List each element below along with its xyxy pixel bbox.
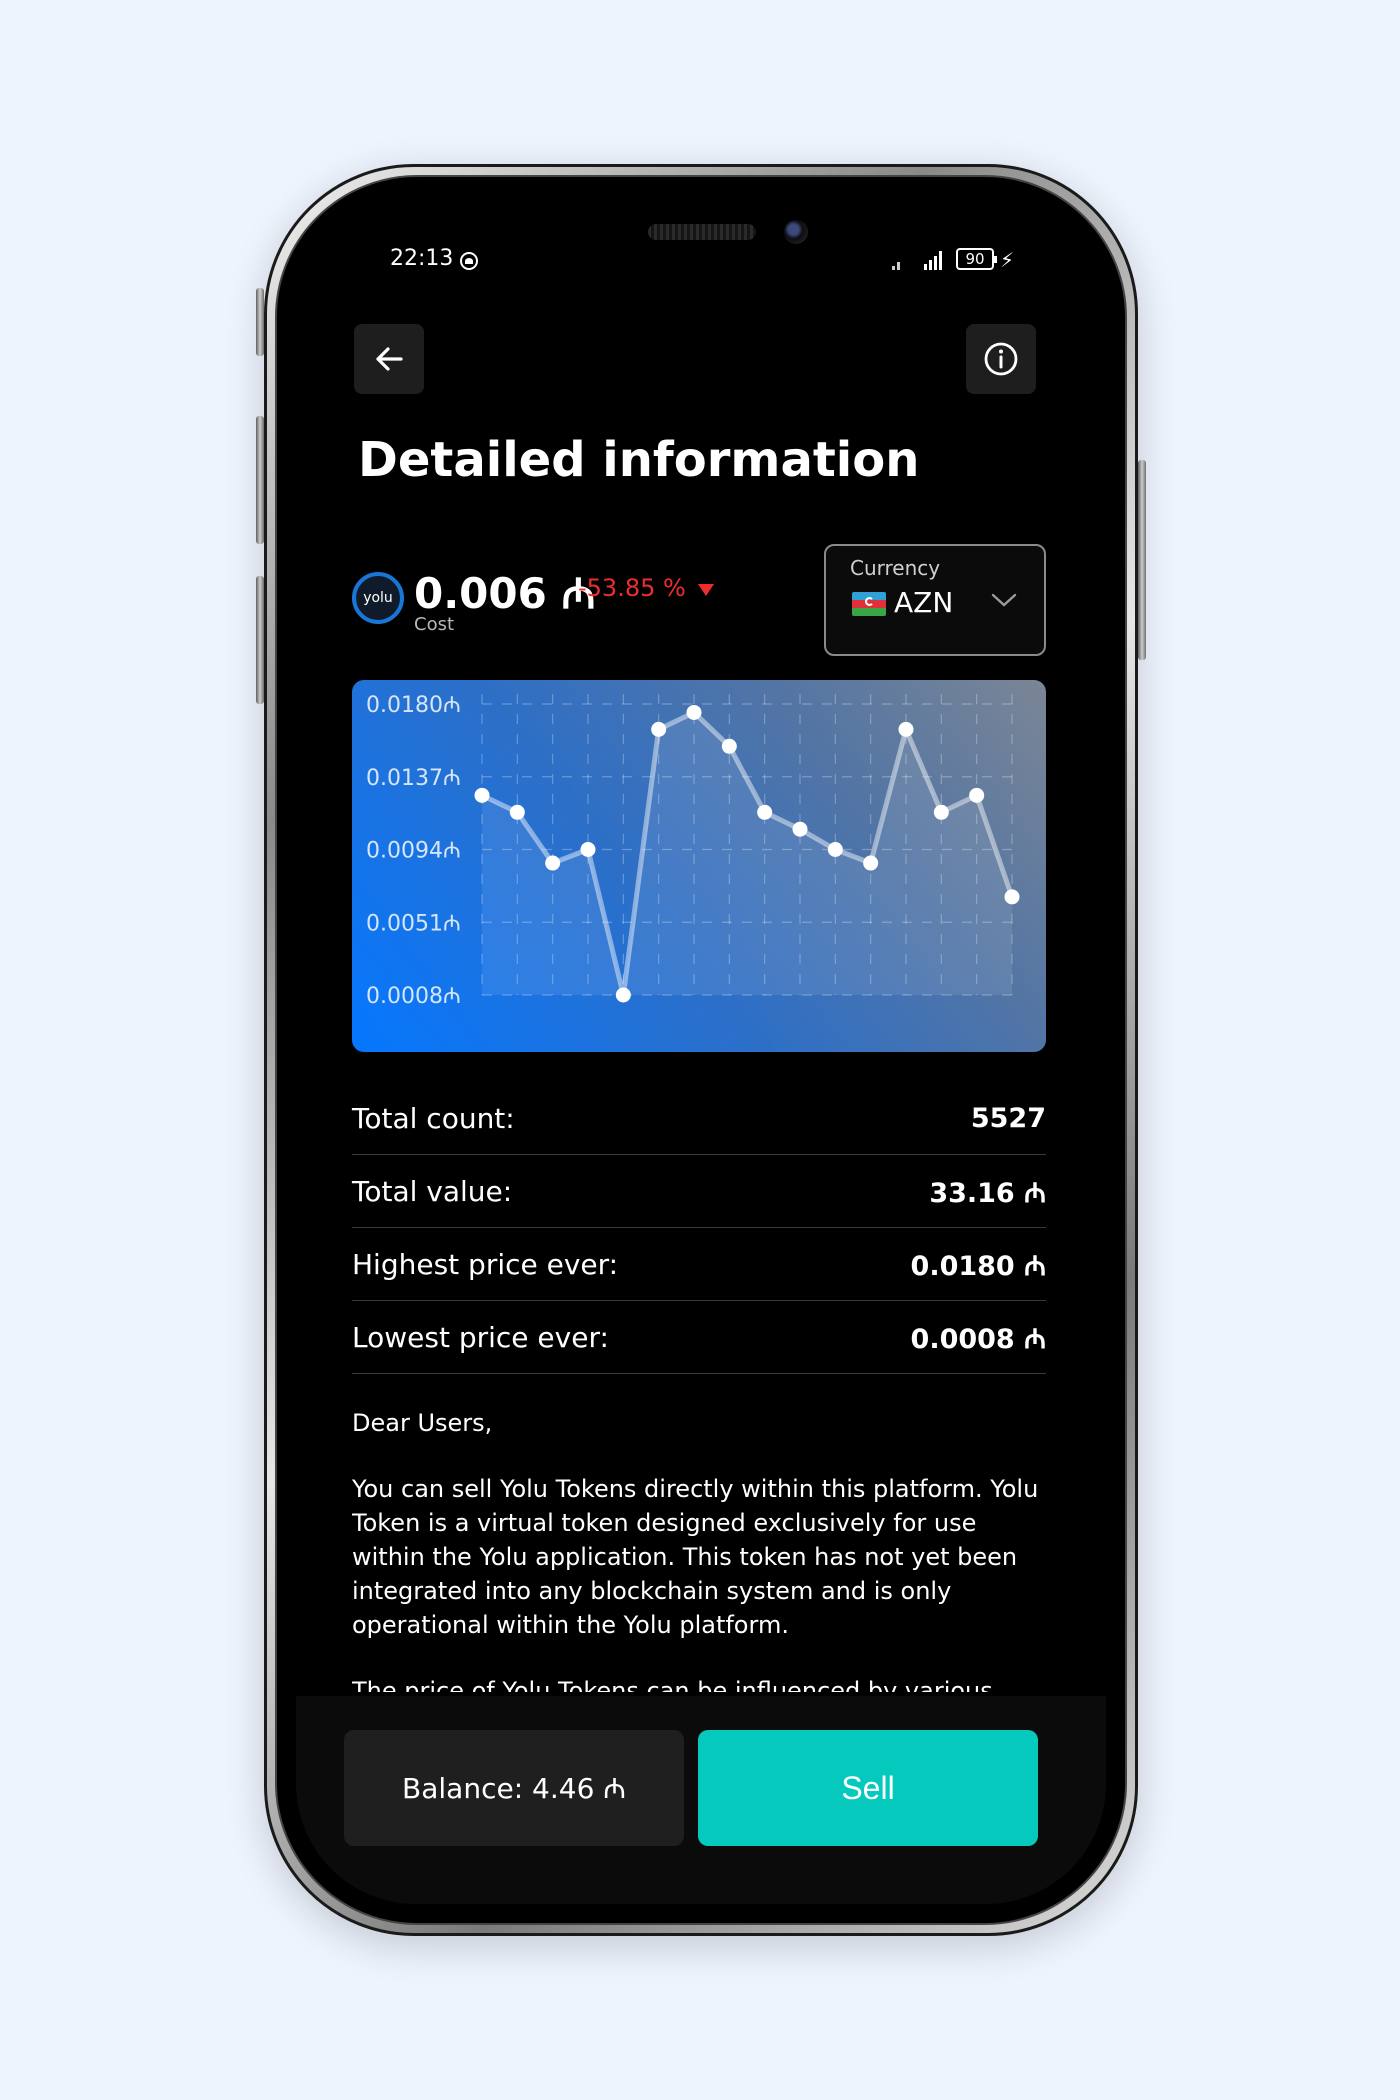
y-tick-label: 0.0008₼ [366, 984, 461, 1009]
app-screen: 22:13 90 ⚡ Detailed information yolu 0.0… [296, 196, 1106, 1904]
data-point [721, 738, 737, 754]
data-point [545, 855, 561, 871]
data-point [933, 804, 949, 820]
stat-label: Highest price ever: [352, 1247, 619, 1281]
info-button[interactable] [966, 324, 1036, 394]
series-area [482, 712, 1012, 995]
front-camera [784, 220, 808, 244]
data-point [898, 721, 914, 737]
notice-continuation: The price of Yolu Tokens can be influenc… [352, 1677, 993, 1692]
data-point [863, 855, 879, 871]
stat-row: Total value: 33.16 ₼ [352, 1155, 1046, 1228]
stat-value: 0.0180 ₼ [910, 1250, 1046, 1282]
data-point [792, 821, 808, 837]
stat-label: Lowest price ever: [352, 1320, 609, 1354]
sell-button[interactable]: Sell [698, 1730, 1038, 1846]
mute-switch [256, 288, 264, 356]
data-point [827, 842, 843, 857]
price-chart-svg: 0.0180₼ 0.0137₼ 0.0094₼ 0.0051₼ 0.0008₼ [366, 693, 1020, 1009]
charging-icon: ⚡ [1000, 248, 1015, 272]
device-mockup: 22:13 90 ⚡ Detailed information yolu 0.0… [0, 0, 1400, 2100]
y-tick-label: 0.0180₼ [366, 693, 461, 718]
azerbaijan-flag-icon [852, 592, 886, 616]
y-tick-label: 0.0051₼ [366, 911, 461, 936]
data-point [969, 787, 985, 803]
stat-value: 33.16 ₼ [929, 1177, 1046, 1209]
stats-list: Total count: 5527 Total value: 33.16 ₼ Highe… [352, 1082, 1046, 1374]
data-point [474, 787, 490, 803]
data-point [651, 721, 667, 737]
currency-select[interactable]: Currency AZN [824, 544, 1046, 656]
chevron-down-icon [991, 593, 1017, 607]
data-point [1004, 889, 1020, 905]
y-tick-label: 0.0137₼ [366, 766, 461, 791]
data-point [615, 987, 631, 1003]
data-point [509, 804, 525, 820]
currency-caption: Currency [850, 556, 941, 580]
battery-icon: 90 [956, 248, 997, 270]
price-change: -53.85 % [578, 574, 686, 602]
currency-value: AZN [894, 586, 954, 619]
data-point [757, 804, 773, 820]
notice-greeting: Dear Users, [352, 1409, 493, 1437]
signal-strength-icon [924, 250, 942, 270]
price-chart: 0.0180₼ 0.0137₼ 0.0094₼ 0.0051₼ 0.0008₼ [352, 680, 1046, 1052]
balance-button[interactable]: Balance: 4.46 ₼ [344, 1730, 684, 1846]
stat-value: 0.0008 ₼ [910, 1323, 1046, 1355]
status-time: 22:13 [390, 246, 454, 271]
volume-down-button [256, 576, 264, 704]
token-price: 0.006 ₼ [414, 569, 596, 618]
data-point [580, 842, 596, 857]
page-title: Detailed information [358, 432, 920, 488]
stat-value: 5527 [970, 1102, 1046, 1134]
alarm-icon [460, 252, 478, 270]
back-button[interactable] [354, 324, 424, 394]
arrow-left-icon [376, 347, 403, 371]
speaker-grille [648, 224, 756, 240]
power-button [1138, 460, 1146, 660]
stat-row: Total count: 5527 [352, 1082, 1046, 1155]
volume-up-button [256, 416, 264, 544]
data-point [686, 704, 702, 720]
y-tick-label: 0.0094₼ [366, 839, 461, 864]
yolu-logo-text: yolu [363, 590, 393, 606]
info-icon [984, 342, 1018, 376]
cost-label: Cost [414, 614, 455, 635]
down-arrow-icon [698, 584, 714, 596]
signal-icon [892, 250, 900, 270]
yolu-logo: yolu [352, 572, 404, 624]
notice-text: Dear Users, You can sell Yolu Tokens dir… [352, 1406, 1052, 1692]
status-bar: 22:13 90 ⚡ [296, 246, 1106, 276]
stat-label: Total count: [352, 1101, 515, 1135]
notice-body: You can sell Yolu Tokens directly within… [352, 1475, 1039, 1639]
stat-row: Highest price ever: 0.0180 ₼ [352, 1228, 1046, 1301]
stat-label: Total value: [352, 1174, 513, 1208]
stat-row: Lowest price ever: 0.0008 ₼ [352, 1301, 1046, 1374]
